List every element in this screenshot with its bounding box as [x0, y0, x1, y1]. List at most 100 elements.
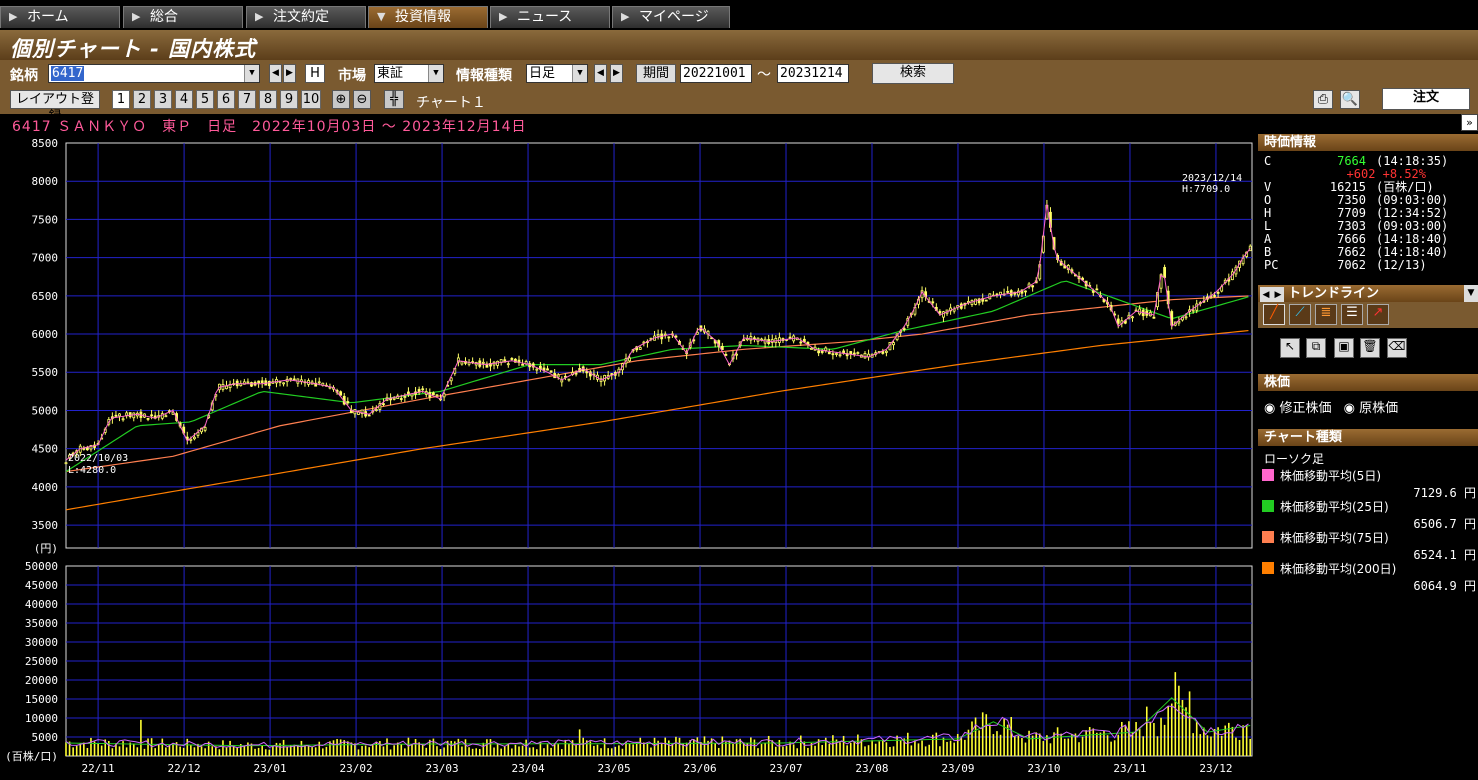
chevron-down-icon[interactable]: ▼: [1464, 285, 1478, 302]
quote-panel: 時価情報 C 7664 (14:18:35) +602 +8.52% V 16215 (百株…: [1258, 134, 1478, 272]
candle-body: [546, 368, 549, 371]
legend-item[interactable]: 株価移動平均(5日) 7129.6 円: [1262, 467, 1476, 500]
delete-all-icon[interactable]: ⌫: [1387, 338, 1407, 358]
chart-toolbar: レイアウト登録 1 2 3 4 5 6 7 8 9 10 ⊕ ⊖ ╬ チャート１ ⎙ 🔍 注文: [0, 86, 1478, 124]
fibonacci-tool-icon[interactable]: ≣: [1315, 304, 1337, 325]
crosshair-icon[interactable]: ╬: [384, 90, 404, 109]
stock-chart[interactable]: 3500 4000 4500 5000 5500 6000 6500 7000 7500 8000…: [0, 130, 1258, 780]
layout-register-button[interactable]: レイアウト登録: [10, 90, 100, 124]
layout-number-9[interactable]: 9: [280, 90, 298, 109]
volume-bar: [507, 743, 510, 756]
date-from-input[interactable]: 20221001: [680, 64, 752, 83]
volume-bar: [1178, 685, 1180, 756]
volume-bar: [375, 741, 378, 756]
layout-number-4[interactable]: 4: [175, 90, 193, 109]
volume-bar: [414, 739, 417, 756]
radio-adjusted[interactable]: ◉ 修正株価: [1264, 401, 1332, 416]
volume-bar: [664, 737, 667, 756]
legend-item[interactable]: 株価移動平均(200日) 6064.9 円: [1262, 560, 1476, 593]
volume-bar: [168, 744, 171, 756]
tab-label: 総合: [150, 9, 178, 25]
stock-code-value: 6417: [51, 66, 85, 81]
legend-item[interactable]: 株価移動平均(75日) 6524.1 円: [1262, 529, 1476, 562]
layout-number-7[interactable]: 7: [238, 90, 256, 109]
copy-icon[interactable]: ⧉: [1306, 338, 1326, 358]
prev-type-button[interactable]: ◀: [594, 64, 607, 83]
double-chevron-right-icon[interactable]: »: [1461, 114, 1478, 131]
candle-body: [164, 415, 168, 418]
volume-bar: [775, 746, 777, 756]
arrow-tool-icon[interactable]: ↗: [1367, 304, 1389, 325]
volume-bar: [610, 748, 613, 756]
tab-mypage[interactable]: ▶ マイページ: [612, 6, 730, 28]
tab-investment-info[interactable]: ▼ 投資情報: [368, 6, 488, 28]
next-stock-button[interactable]: ▶: [283, 64, 296, 83]
search-button[interactable]: 検索: [872, 63, 954, 84]
price-tick-label: 7500: [32, 213, 59, 226]
layout-number-2[interactable]: 2: [133, 90, 151, 109]
date-to-input[interactable]: 20231214: [777, 64, 849, 83]
volume-bar: [828, 743, 831, 756]
layout-number-5[interactable]: 5: [196, 90, 214, 109]
radio-original[interactable]: ◉ 原株価: [1344, 401, 1399, 416]
cursor-icon[interactable]: ↖: [1280, 338, 1300, 358]
stock-code-select[interactable]: 6417 ▼: [48, 64, 260, 83]
info-type-select[interactable]: 日足 ▼: [526, 64, 588, 83]
candle-body: [724, 354, 728, 356]
volume-bar: [482, 742, 485, 756]
volume-bar: [1110, 741, 1112, 756]
chart-type-title: チャート種類: [1258, 429, 1478, 446]
text-tool-icon[interactable]: ☰: [1341, 304, 1363, 325]
volume-bar: [140, 719, 142, 756]
quote-row: PC 7062 (12/13): [1264, 259, 1478, 272]
tab-home[interactable]: ▶ ホーム: [0, 6, 120, 28]
zoom-in-icon[interactable]: ⊕: [332, 90, 350, 109]
volume-bar: [182, 747, 185, 756]
layout-number-10[interactable]: 10: [301, 90, 321, 109]
tab-overview[interactable]: ▶ 総合: [123, 6, 243, 28]
candle-body: [638, 347, 642, 350]
zoom-out-icon[interactable]: ⊖: [353, 90, 371, 109]
print-icon[interactable]: ⎙: [1313, 90, 1333, 109]
layout-number-6[interactable]: 6: [217, 90, 235, 109]
volume-bar: [247, 742, 249, 756]
volume-bar: [393, 745, 395, 756]
month-label: 22/12: [168, 762, 201, 775]
volume-bar: [782, 746, 784, 756]
candle-body: [817, 350, 821, 354]
trendline-tool-icon[interactable]: ╱: [1263, 304, 1285, 325]
channel-tool-icon[interactable]: ⟋: [1289, 304, 1311, 325]
volume-bar: [981, 712, 984, 756]
next-type-button[interactable]: ▶: [610, 64, 623, 83]
month-label: 23/03: [425, 762, 458, 775]
candle-body: [556, 374, 560, 378]
prev-stock-button[interactable]: ◀: [269, 64, 282, 83]
volume-tick-label: 5000: [32, 731, 59, 744]
volume-bar: [778, 739, 781, 756]
legend-item[interactable]: 株価移動平均(25日) 6506.7 円: [1262, 498, 1476, 531]
volume-bar: [603, 738, 606, 756]
paste-icon[interactable]: ▣: [1334, 338, 1354, 358]
layout-number-1[interactable]: 1: [112, 90, 130, 109]
volume-bar: [1078, 742, 1080, 756]
layout-number-3[interactable]: 3: [154, 90, 172, 109]
volume-bar: [942, 737, 945, 756]
chart-type-main[interactable]: ローソク足: [1258, 450, 1478, 467]
h-button[interactable]: H: [305, 64, 325, 83]
tab-orders[interactable]: ▶ 注文約定: [246, 6, 366, 28]
volume-bar: [878, 741, 881, 756]
candle-body: [863, 353, 867, 359]
volume-bar: [974, 717, 977, 756]
volume-bar: [928, 744, 930, 756]
order-button[interactable]: 注文: [1382, 88, 1470, 110]
candle-body: [838, 354, 842, 357]
volume-bar: [1174, 672, 1177, 756]
delete-icon[interactable]: 🗑: [1360, 338, 1380, 358]
volume-bar: [132, 743, 135, 756]
volume-bar: [946, 741, 948, 756]
preview-icon[interactable]: 🔍: [1340, 90, 1360, 109]
tab-news[interactable]: ▶ ニュース: [490, 6, 610, 28]
layout-number-8[interactable]: 8: [259, 90, 277, 109]
market-select[interactable]: 東証 ▼: [374, 64, 444, 83]
legend-swatch: [1262, 469, 1274, 481]
